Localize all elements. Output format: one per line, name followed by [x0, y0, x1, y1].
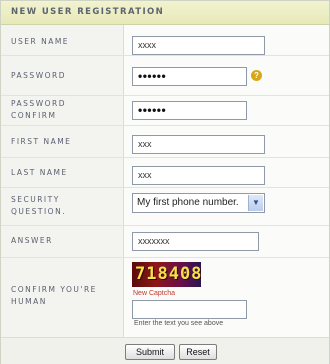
password-label: PASSWORD [11, 71, 67, 80]
password-input[interactable]: •••••• [132, 67, 247, 86]
user-name-label: USER NAME [11, 37, 70, 46]
last-name-input[interactable]: xxx [132, 166, 265, 185]
security-question-select[interactable]: My first phone number. ▼ [132, 193, 265, 213]
submit-button[interactable]: Submit [125, 344, 175, 360]
captcha-hint: Enter the text you see above [134, 320, 224, 327]
user-name-input[interactable]: xxxx [132, 36, 265, 55]
answer-label: ANSWER [11, 236, 53, 245]
form-title: NEW USER REGISTRATION [11, 7, 165, 17]
security-question-value: My first phone number. [137, 197, 239, 208]
last-name-label: LAST NAME [11, 168, 68, 177]
password-confirm-label: PASSWORD CONFIRM [11, 99, 67, 120]
first-name-input[interactable]: xxx [132, 135, 265, 154]
captcha-input[interactable] [132, 300, 247, 319]
captcha-text: 718408 [135, 264, 201, 284]
registration-form: NEW USER REGISTRATION USER NAME PASSWORD… [0, 0, 330, 364]
row-divider [1, 157, 329, 158]
captcha-image: 718408 [132, 262, 201, 287]
password-confirm-input[interactable]: •••••• [132, 101, 247, 120]
row-divider [1, 257, 329, 258]
row-divider [1, 125, 329, 126]
form-header: NEW USER REGISTRATION [1, 1, 329, 25]
first-name-label: FIRST NAME [11, 137, 72, 146]
row-divider [1, 187, 329, 188]
captcha-label: CONFIRM YOU'RE HUMAN [11, 285, 97, 306]
security-question-label: SECURITY QUESTION. [11, 195, 67, 216]
row-divider [1, 225, 329, 226]
answer-input[interactable]: xxxxxxx [132, 232, 259, 251]
new-captcha-link[interactable]: New Captcha [133, 290, 175, 297]
question-icon[interactable]: ? [251, 70, 262, 81]
chevron-down-icon[interactable]: ▼ [248, 195, 263, 211]
row-divider [1, 95, 329, 96]
row-divider [1, 55, 329, 56]
reset-button[interactable]: Reset [179, 344, 217, 360]
